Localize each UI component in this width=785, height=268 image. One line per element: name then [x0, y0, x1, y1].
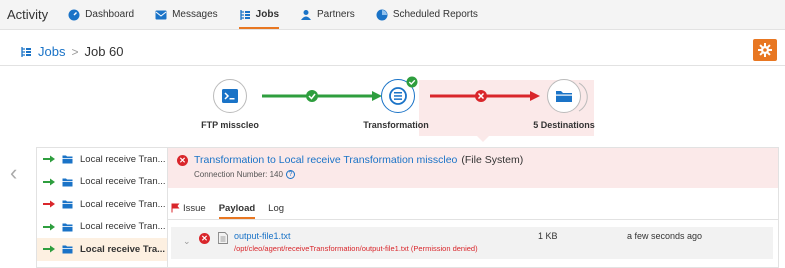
- check-badge-icon: [406, 76, 418, 88]
- error-arrow-icon: [43, 200, 55, 208]
- app-title: Activity: [7, 7, 49, 22]
- help-icon[interactable]: ?: [285, 170, 295, 179]
- error-connector: [430, 90, 540, 102]
- folder-icon: [62, 223, 73, 232]
- breadcrumb-jobs-link[interactable]: Jobs: [38, 44, 65, 59]
- success-arrow-icon: [43, 223, 55, 231]
- success-arrow-icon: [43, 245, 55, 253]
- nav-partners[interactable]: Partners: [300, 0, 355, 30]
- error-icon: ✕: [177, 154, 188, 166]
- breadcrumb: Jobs > Job 60: [0, 38, 785, 66]
- selection-caret: [476, 135, 490, 142]
- connection-number: Connection Number: 140: [194, 170, 283, 179]
- flow-node-ftp-label: FTP misscleo: [201, 120, 259, 130]
- payload-file-row[interactable]: ⌄ ✕ output-file1.txt /opt/cleo/agent/rec…: [171, 227, 773, 259]
- error-header: ✕ Transformation to Local receive Transf…: [168, 148, 778, 188]
- tab-payload-label: Payload: [218, 202, 256, 214]
- destination-item[interactable]: Local receive Tran...: [37, 193, 167, 216]
- destination-item-label: Local receive Tran...: [80, 221, 166, 233]
- destination-item-label: Local receive Tran...: [80, 176, 166, 188]
- partners-icon: [301, 9, 312, 20]
- stacked-node-edge: [578, 82, 588, 112]
- file-name-link[interactable]: output-file1.txt: [234, 231, 291, 241]
- nav-dashboard-label: Dashboard: [85, 9, 135, 20]
- file-timestamp: a few seconds ago: [627, 231, 703, 241]
- tab-divider: [168, 219, 778, 220]
- settings-button[interactable]: [753, 39, 777, 61]
- nav-messages[interactable]: Messages: [155, 0, 218, 30]
- destination-item-label: Local receive Tran...: [80, 198, 166, 210]
- destination-item[interactable]: Local receive Tran...: [37, 148, 167, 171]
- file-icon: [218, 232, 228, 244]
- nav-partners-label: Partners: [317, 9, 355, 20]
- job-flow-diagram: FTP misscleo Transformation 5 Destinatio…: [0, 66, 785, 146]
- tab-payload[interactable]: Payload: [218, 198, 256, 219]
- error-system: (File System): [461, 154, 524, 166]
- nav-jobs-label: Jobs: [255, 9, 280, 20]
- folder-icon: [556, 91, 572, 102]
- destination-item[interactable]: Local receive Tran...: [37, 216, 167, 239]
- tab-issue[interactable]: Issue: [171, 198, 206, 218]
- nav-dashboard[interactable]: Dashboard: [68, 0, 134, 30]
- flow-node-transformation-label: Transformation: [363, 120, 429, 130]
- nav-messages-label: Messages: [172, 9, 218, 20]
- file-size: 1 KB: [538, 231, 558, 241]
- success-arrow-icon: [43, 155, 55, 163]
- error-title-link[interactable]: Transformation to Local receive Transfor…: [194, 154, 457, 166]
- dashboard-icon: [68, 9, 80, 20]
- flow-node-destinations-label: 5 Destinations: [533, 120, 595, 130]
- destination-list: Local receive Tran... Local receive Tran…: [36, 147, 167, 268]
- nav-scheduled-reports-label: Scheduled Reports: [392, 9, 478, 20]
- destination-item-label: Local receive Tra...: [80, 243, 166, 255]
- chevron-down-icon[interactable]: ⌄: [183, 236, 191, 247]
- gear-icon: [758, 43, 772, 57]
- nav-scheduled-reports[interactable]: Scheduled Reports: [376, 0, 478, 30]
- tab-log[interactable]: Log: [268, 198, 284, 218]
- flag-icon: [171, 203, 180, 213]
- detail-panel: ✕ Transformation to Local receive Transf…: [167, 147, 779, 268]
- error-icon: ✕: [199, 233, 210, 244]
- success-connector: [262, 90, 382, 102]
- nav-jobs[interactable]: Jobs: [238, 0, 280, 30]
- file-error-path: /opt/cleo/agent/receiveTransformation/ou…: [234, 244, 478, 253]
- folder-icon: [62, 200, 73, 209]
- tab-log-label: Log: [268, 202, 285, 214]
- folder-icon: [62, 178, 73, 187]
- folder-icon: [62, 245, 73, 254]
- destination-item-label: Local receive Tran...: [80, 153, 166, 165]
- jobs-icon: [240, 9, 250, 20]
- top-nav: Activity Dashboard Messages Jobs Partner…: [0, 0, 785, 30]
- destination-item[interactable]: Local receive Tran...: [37, 171, 167, 194]
- terminal-icon: [222, 89, 238, 103]
- scheduled-reports-icon: [376, 9, 388, 20]
- flow-node-ftp[interactable]: [213, 79, 247, 113]
- success-arrow-icon: [43, 178, 55, 186]
- previous-arrow-button[interactable]: ‹: [10, 160, 17, 186]
- breadcrumb-current: Job 60: [84, 44, 124, 59]
- tab-issue-label: Issue: [183, 202, 206, 214]
- messages-icon: [155, 10, 167, 19]
- transform-icon: [389, 87, 407, 105]
- folder-icon: [62, 155, 73, 164]
- detail-tabs: Issue Payload Log: [168, 198, 297, 219]
- breadcrumb-separator: >: [71, 44, 79, 59]
- destination-item-selected[interactable]: Local receive Tra...: [37, 238, 167, 261]
- jobs-icon: [21, 46, 31, 57]
- flow-node-destinations[interactable]: [547, 79, 581, 113]
